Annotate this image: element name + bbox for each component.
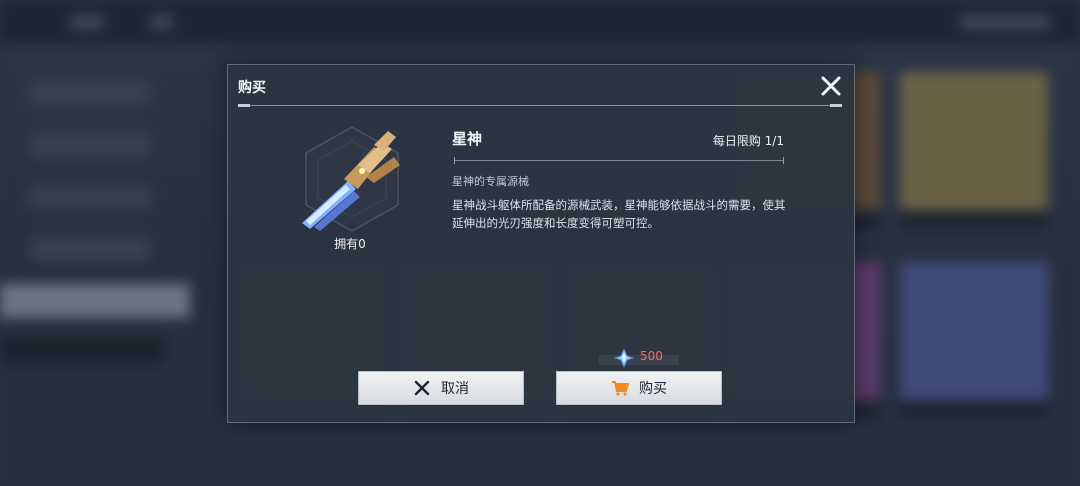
item-name: 星神	[452, 130, 483, 148]
daily-limit: 每日限购 1/1	[712, 134, 784, 148]
info-divider	[454, 157, 784, 164]
price-value: 500	[640, 349, 663, 363]
bg-side-item	[30, 238, 150, 260]
bg-side-item	[0, 336, 165, 364]
title-divider	[238, 104, 842, 107]
item-description: 星神战斗躯体所配备的源械武装，星神能够依据战斗的需要，使其延伸出的光刃强度和长度…	[452, 198, 786, 230]
bg-chip	[150, 14, 174, 30]
cancel-label: 取消	[441, 381, 469, 397]
price-bar	[599, 355, 679, 365]
cart-icon	[612, 381, 629, 396]
bg-chip	[70, 14, 104, 30]
bg-side-item	[30, 134, 150, 156]
bg-card	[900, 72, 1048, 228]
bg-top-bar	[0, 0, 1080, 44]
buy-button[interactable]: 购买	[556, 371, 722, 405]
bg-side-item-active	[0, 284, 190, 318]
item-weapon-icon	[296, 123, 408, 235]
bg-card	[900, 262, 1048, 418]
purchase-dialog: 购买 拥有0 星神 每日限购 1/1 星神的专属源械 星神战斗躯体所配备的源械武…	[227, 64, 855, 423]
star-crystal-icon	[613, 347, 635, 369]
close-button[interactable]	[818, 73, 844, 99]
item-subtitle: 星神的专属源械	[452, 175, 529, 188]
close-icon	[414, 380, 430, 396]
owned-count: 拥有0	[334, 237, 366, 251]
bg-sidebar	[0, 60, 200, 380]
buy-label: 购买	[639, 381, 667, 397]
close-icon	[821, 76, 841, 96]
bg-side-item	[30, 82, 150, 104]
dialog-title: 购买	[238, 80, 266, 96]
bg-side-item	[30, 186, 150, 208]
bg-chip	[960, 14, 1050, 30]
cancel-button[interactable]: 取消	[358, 371, 524, 405]
